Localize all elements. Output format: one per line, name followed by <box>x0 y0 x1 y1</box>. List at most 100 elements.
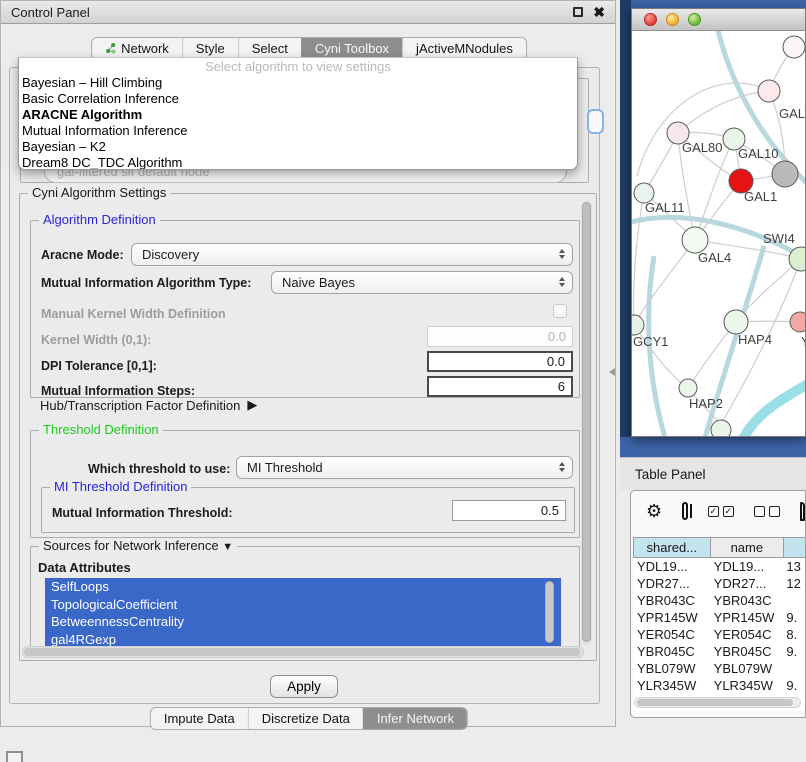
table-row[interactable]: YBR043CYBR043C <box>633 592 806 609</box>
node[interactable] <box>783 36 805 58</box>
menu-item[interactable]: Bayesian – Hill Climbing <box>19 75 577 91</box>
gear-icon[interactable]: ⚙ <box>646 501 662 522</box>
node-gal-partial[interactable] <box>758 80 780 102</box>
table-row[interactable]: YDR27...YDR27...12 <box>633 575 806 592</box>
node-salmon[interactable] <box>790 312 805 332</box>
list-item[interactable]: SelfLoops <box>45 578 561 596</box>
settings-scrollbar[interactable] <box>581 201 592 645</box>
list-scrollbar-thumb[interactable] <box>545 581 554 643</box>
cell[interactable]: YDL19... <box>633 558 710 575</box>
focused-spinner-fragment[interactable] <box>587 109 604 134</box>
deselect-all-columns-icon[interactable] <box>754 506 780 517</box>
threshold-definition-title: Threshold Definition <box>39 422 163 437</box>
cell[interactable] <box>783 592 806 609</box>
cell[interactable] <box>783 660 806 677</box>
tab-network[interactable]: Network <box>92 38 182 59</box>
table-row[interactable]: YLR345WYLR345W9. <box>633 677 806 694</box>
tab-style[interactable]: Style <box>182 38 238 59</box>
cell[interactable]: 8. <box>783 626 806 643</box>
splitter-collapse-icon[interactable] <box>609 368 615 376</box>
zoom-traffic-light-icon[interactable] <box>688 13 701 26</box>
aracne-mode-select[interactable]: Discovery <box>131 243 573 266</box>
cell[interactable]: YER054C <box>710 626 784 643</box>
thick-edge <box>742 383 805 436</box>
column-header-name[interactable]: name <box>710 537 785 558</box>
minimized-widget[interactable] <box>6 751 23 762</box>
table-row[interactable]: YBR045CYBR045C9. <box>633 643 806 660</box>
node-label: GAL11 <box>645 200 685 215</box>
menu-item[interactable]: Dream8 DC_TDC Algorithm <box>19 155 577 170</box>
menu-item[interactable]: Basic Correlation Inference <box>19 91 577 107</box>
close-traffic-light-icon[interactable] <box>644 13 657 26</box>
cell[interactable]: 9. <box>783 643 806 660</box>
settings-horizontal-scrollbar[interactable] <box>22 646 584 658</box>
cell[interactable]: YBR045C <box>633 643 710 660</box>
which-threshold-select[interactable]: MI Threshold <box>236 456 573 479</box>
table-header-row: shared... name <box>633 537 806 558</box>
mi-threshold-field[interactable]: 0.5 <box>452 500 566 521</box>
apply-button[interactable]: Apply <box>270 675 338 698</box>
tab-select[interactable]: Select <box>238 38 301 59</box>
cell[interactable]: YDL19... <box>710 558 784 575</box>
table-panel-body: ⚙ ✓✓ shared... name YDL19...YDL19...13 Y… <box>630 490 806 718</box>
select-all-columns-icon[interactable]: ✓✓ <box>708 506 734 517</box>
list-item[interactable]: TopologicalCoefficient <box>45 596 561 614</box>
cell[interactable]: YBL079W <box>633 660 710 677</box>
cell[interactable]: YDR27... <box>633 575 710 592</box>
network-canvas[interactable]: GAL80 GAL10 GAL1 GAL11 SWI4 GAL4 GCY1 HA… <box>632 31 805 436</box>
node-hap2[interactable] <box>679 379 697 397</box>
column-header-partial[interactable] <box>783 537 806 558</box>
list-item[interactable]: BetweennessCentrality <box>45 613 561 631</box>
chevron-down-icon[interactable]: ▼ <box>222 541 233 553</box>
cell[interactable]: YLR345W <box>633 677 710 694</box>
float-window-icon[interactable] <box>573 7 583 17</box>
node-hap4[interactable] <box>724 310 748 334</box>
settings-scrollbar-thumb[interactable] <box>582 202 591 642</box>
table-horizontal-scrollbar[interactable] <box>634 697 801 708</box>
menu-item[interactable]: Bayesian – K2 <box>19 139 577 155</box>
cell[interactable]: YBR043C <box>710 592 784 609</box>
cell[interactable]: 12 <box>783 575 806 592</box>
cell[interactable]: 9. <box>783 609 806 626</box>
tab-discretize-data[interactable]: Discretize Data <box>248 708 363 729</box>
cell[interactable]: YDR27... <box>710 575 784 592</box>
table-row[interactable]: YDL19...YDL19...13 <box>633 558 806 575</box>
manual-kernel-checkbox[interactable] <box>553 304 567 318</box>
cell[interactable]: YER054C <box>633 626 710 643</box>
column-header-shared-name[interactable]: shared... <box>633 537 711 558</box>
tab-jactivemnodules[interactable]: jActiveMNodules <box>402 38 526 59</box>
dpi-tolerance-field[interactable]: 0.0 <box>427 351 573 372</box>
node-gcy1[interactable] <box>632 315 644 335</box>
table-row[interactable]: YER054CYER054C8. <box>633 626 806 643</box>
minimize-traffic-light-icon[interactable] <box>666 13 679 26</box>
tab-label: Network <box>121 41 169 56</box>
cell[interactable]: YLR345W <box>710 677 784 694</box>
settings-horizontal-scrollbar-thumb[interactable] <box>24 648 580 656</box>
node-bottom-partial[interactable] <box>711 420 731 436</box>
close-icon[interactable]: ✖ <box>593 7 605 17</box>
new-table-icon[interactable] <box>800 502 805 521</box>
table-row[interactable]: YPR145WYPR145W9. <box>633 609 806 626</box>
cell[interactable]: YPR145W <box>633 609 710 626</box>
hub-definition-toggle[interactable]: Hub/Transcription Factor Definition ▶ <box>40 397 257 413</box>
kernel-width-field[interactable]: 0.0 <box>427 326 573 347</box>
table-horizontal-scrollbar-thumb[interactable] <box>637 699 793 706</box>
tab-cyni-toolbox[interactable]: Cyni Toolbox <box>301 38 402 59</box>
cell[interactable]: YBR045C <box>710 643 784 660</box>
data-attributes-list[interactable]: SelfLoops TopologicalCoefficient Between… <box>45 578 561 651</box>
cell[interactable]: 9. <box>783 677 806 694</box>
mi-steps-field[interactable]: 6 <box>427 376 573 397</box>
mi-type-select[interactable]: Naive Bayes <box>271 271 573 294</box>
cell[interactable]: 13 <box>783 558 806 575</box>
cell[interactable]: YBR043C <box>633 592 710 609</box>
tab-infer-network[interactable]: Infer Network <box>363 708 467 729</box>
node-gray[interactable] <box>772 161 798 187</box>
tab-impute-data[interactable]: Impute Data <box>151 708 248 729</box>
columns-icon[interactable] <box>682 502 688 520</box>
menu-item-selected[interactable]: ARACNE Algorithm <box>19 107 577 123</box>
cell[interactable]: YBL079W <box>710 660 784 677</box>
table-row[interactable]: YBL079WYBL079W <box>633 660 806 677</box>
cell[interactable]: YPR145W <box>710 609 784 626</box>
tab-label: jActiveMNodules <box>416 41 513 56</box>
menu-item[interactable]: Mutual Information Inference <box>19 123 577 139</box>
